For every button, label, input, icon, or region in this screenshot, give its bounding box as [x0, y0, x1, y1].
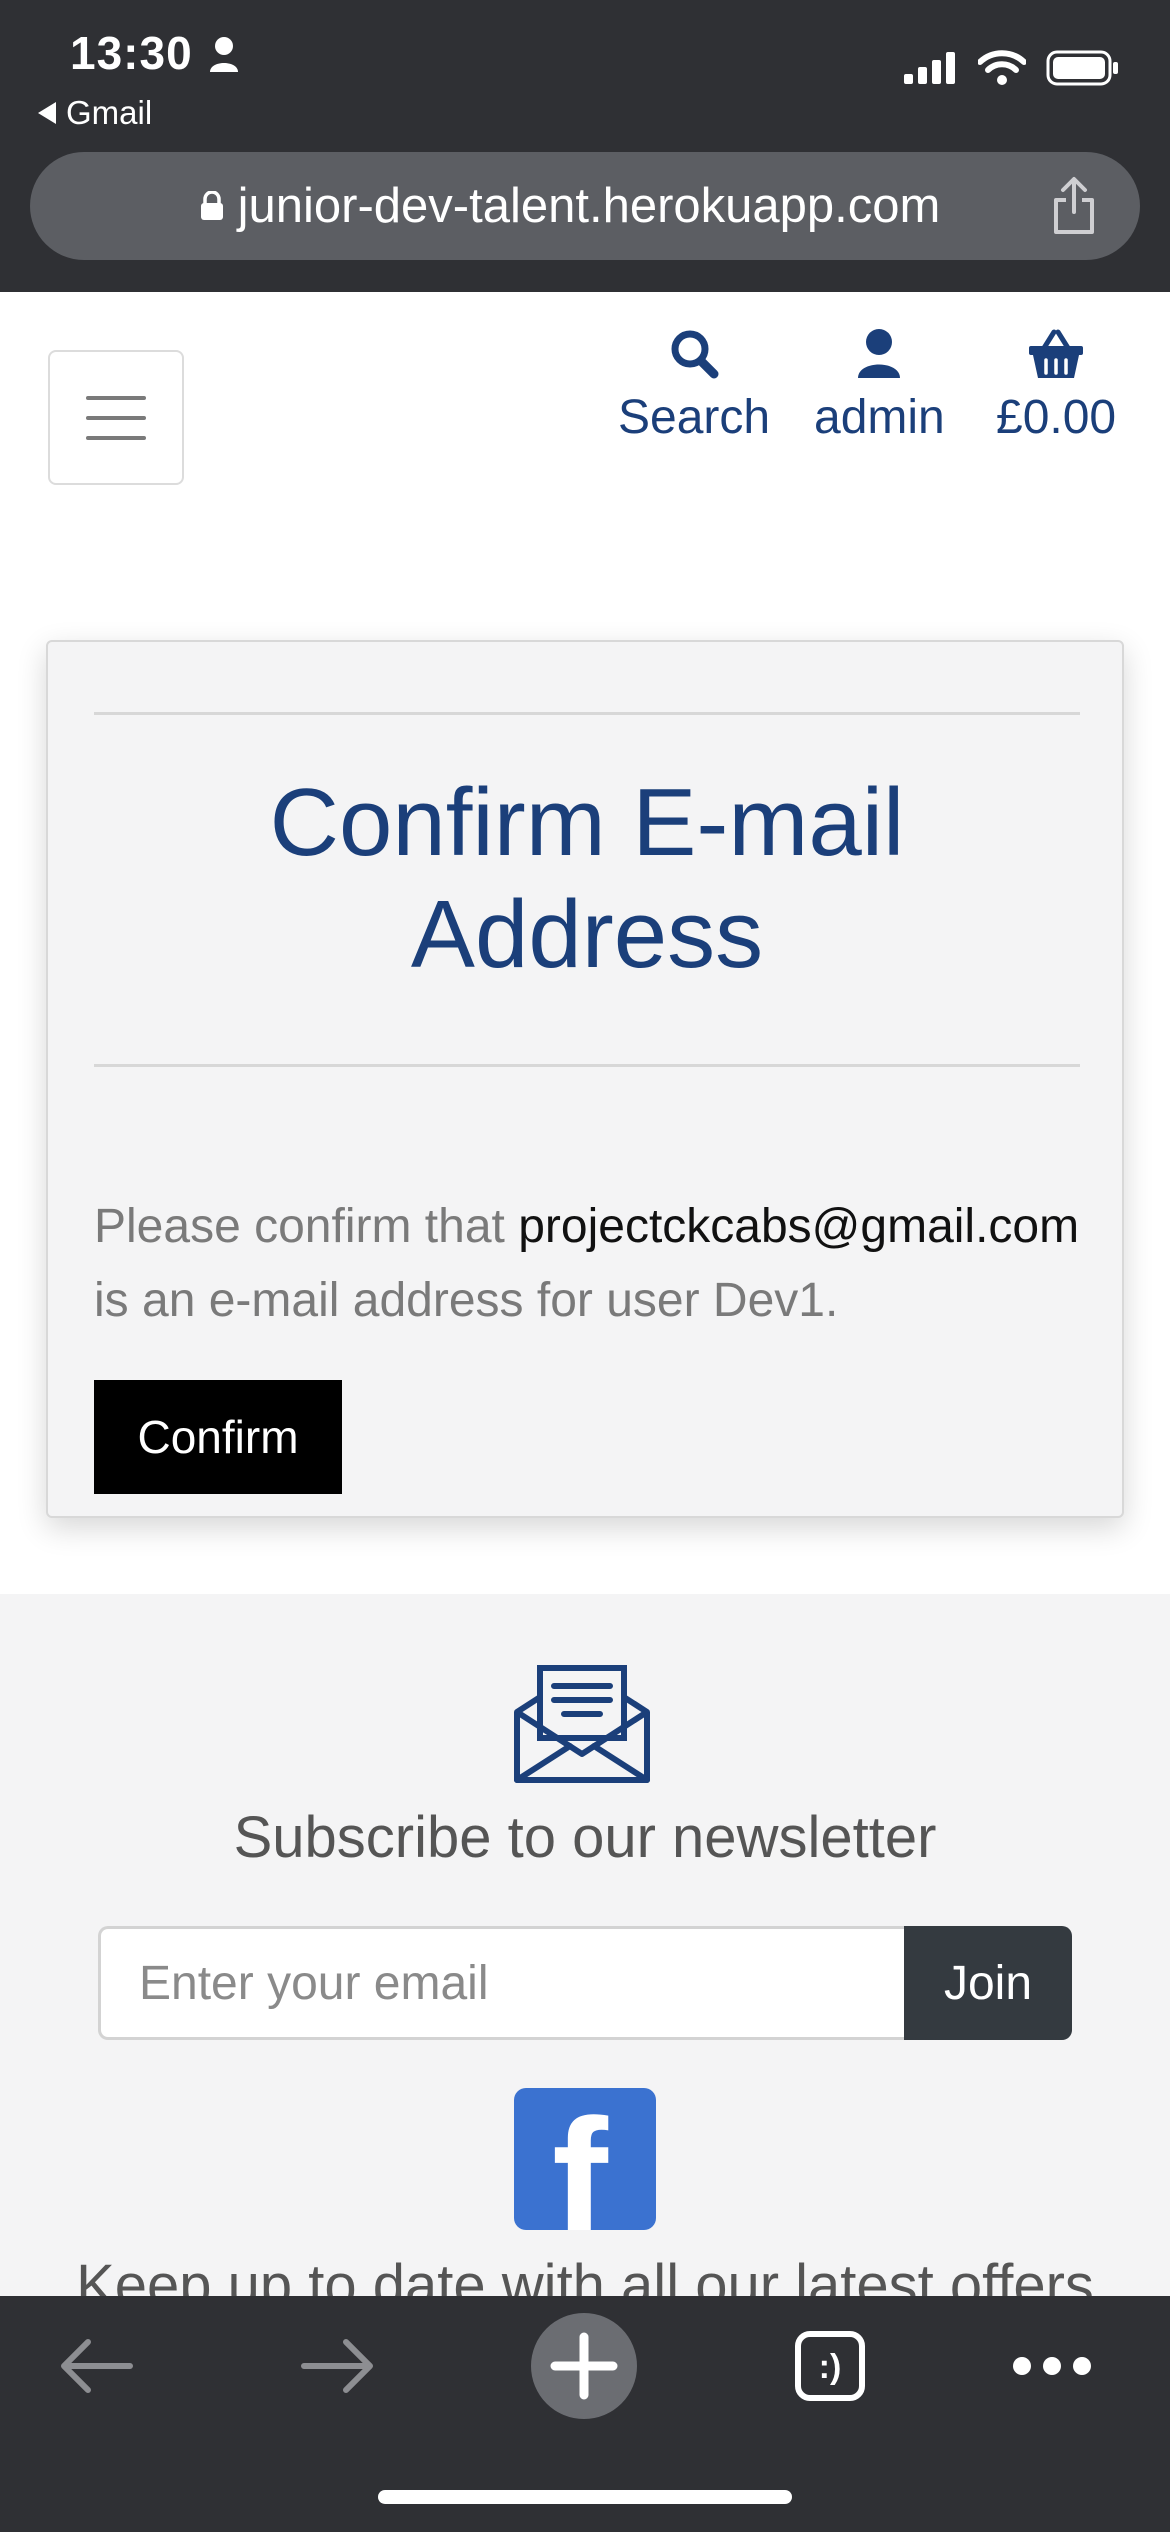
open-envelope-icon: [514, 1665, 650, 1783]
back-to-app-link[interactable]: Gmail: [38, 94, 152, 132]
hamburger-line: [86, 415, 146, 420]
share-icon[interactable]: [1050, 176, 1098, 236]
plus-circle-icon: [531, 2313, 637, 2419]
person-status-icon: [210, 37, 238, 72]
account-nav-label: admin: [814, 391, 945, 444]
divider: [94, 712, 1080, 715]
confirm-button[interactable]: Confirm: [94, 1380, 342, 1494]
tabs-button[interactable]: :): [774, 2296, 886, 2436]
status-time: 13:30: [70, 27, 193, 79]
confirm-email-card: Confirm E-mail Address Please confirm th…: [46, 640, 1124, 1518]
basket-total: £0.00: [996, 391, 1117, 444]
forward-button[interactable]: [282, 2296, 394, 2436]
back-app-label: Gmail: [66, 94, 153, 131]
tabs-label: :): [819, 2348, 842, 2386]
search-icon: [671, 330, 719, 379]
more-button[interactable]: [996, 2296, 1108, 2436]
tabs-icon: :): [795, 2331, 865, 2401]
search-nav-link[interactable]: Search: [618, 328, 770, 445]
search-nav-label: Search: [618, 391, 771, 444]
home-indicator[interactable]: [378, 2490, 792, 2504]
join-button[interactable]: Join: [904, 1926, 1072, 2040]
lock-icon: [200, 191, 223, 220]
confirm-message-prefix: Please confirm that: [94, 1200, 519, 1253]
shopping-basket-icon: [1029, 329, 1084, 378]
page-title: Confirm E-mail Address: [269, 769, 905, 988]
newsletter-title: Subscribe to our newsletter: [233, 1805, 937, 1870]
address-bar[interactable]: junior-dev-talent.herokuapp.com: [30, 152, 1140, 260]
wifi-icon: [978, 50, 1026, 85]
hamburger-line: [86, 395, 146, 400]
menu-toggle-button[interactable]: [48, 350, 184, 485]
back-button[interactable]: [40, 2296, 152, 2436]
battery-icon: [1046, 50, 1118, 86]
url-text: junior-dev-talent.herokuapp.com: [237, 179, 941, 233]
back-triangle-icon: [38, 102, 56, 124]
basket-nav-link[interactable]: £0.00: [996, 328, 1116, 445]
account-nav-link[interactable]: admin: [814, 328, 945, 445]
arrow-left-icon: [61, 2339, 133, 2393]
divider: [94, 1064, 1080, 1067]
facebook-icon[interactable]: f: [514, 2088, 656, 2230]
new-tab-button[interactable]: [528, 2296, 640, 2436]
browser-top-bar: 13:30 Gmail junior-dev-talent.herokuapp.…: [0, 0, 1170, 292]
signal-icon: [904, 52, 955, 84]
email-address: projectckcabs@gmail.com: [518, 1200, 1080, 1253]
newsletter-section: Subscribe to our newsletter Join f Keep …: [0, 1594, 1170, 2318]
newsletter-email-input[interactable]: [98, 1926, 904, 2040]
newsletter-form: Join: [98, 1926, 1072, 2040]
user-icon: [858, 329, 901, 378]
arrow-right-icon: [301, 2339, 373, 2393]
hamburger-line: [86, 435, 146, 440]
confirm-message: Please confirm that projectckcabs@gmail.…: [94, 1190, 1104, 1338]
confirm-message-suffix: is an e-mail address for user Dev1.: [94, 1274, 839, 1327]
more-dots-icon: [1013, 2357, 1091, 2375]
status-indicators: [904, 50, 1120, 86]
